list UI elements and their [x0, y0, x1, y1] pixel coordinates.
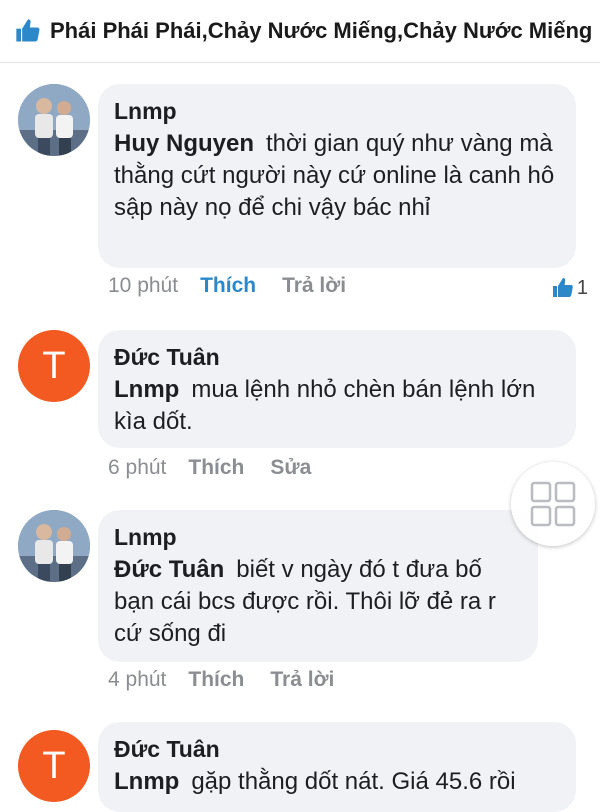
- floating-menu-button[interactable]: [511, 462, 595, 546]
- like-reaction-icon: [552, 278, 573, 297]
- reply-action[interactable]: Trả lời: [270, 668, 334, 692]
- like-action[interactable]: Thích: [188, 668, 244, 692]
- comment-author[interactable]: Đức Tuân: [114, 342, 560, 372]
- comment-author[interactable]: Lnmp: [114, 96, 560, 126]
- page-header: Phái Phái Phái,Chảy Nước Miếng,Chảy Nước…: [0, 0, 600, 63]
- comment-text: Huy Nguyen thời gian quý như vàng mà thằn…: [114, 128, 560, 224]
- mention-link[interactable]: Lnmp: [114, 376, 179, 403]
- comment-text: Lnmp gặp thằng dốt nát. Giá 45.6 rồi: [114, 766, 560, 798]
- like-icon: [16, 19, 40, 42]
- comment-author[interactable]: Lnmp: [114, 522, 522, 552]
- page-title: Phái Phái Phái,Chảy Nước Miếng,Chảy Nước…: [50, 18, 593, 43]
- reply-action[interactable]: Trả lời: [282, 274, 346, 298]
- comment-text: Lnmp mua lệnh nhỏ chèn bán lệnh lớn kìa d…: [114, 374, 560, 438]
- avatar[interactable]: [18, 84, 90, 156]
- comment-body: gặp thằng dốt nát. Giá 45.6 rồi: [191, 768, 516, 795]
- edit-action[interactable]: Sửa: [270, 456, 311, 480]
- comment-time[interactable]: 4 phút: [108, 668, 166, 692]
- comment-actions: 10 phút Thích Trả lời: [108, 274, 372, 298]
- like-action[interactable]: Thích: [188, 456, 244, 480]
- mention-link[interactable]: Huy Nguyen: [114, 130, 254, 157]
- mention-link[interactable]: Đức Tuân: [114, 556, 224, 583]
- comment-text: Đức Tuân biết v ngày đó t đưa bố bạn cái …: [114, 554, 522, 650]
- comment-time[interactable]: 10 phút: [108, 274, 178, 298]
- avatar[interactable]: T: [18, 330, 90, 402]
- avatar[interactable]: T: [18, 730, 90, 802]
- comment-time[interactable]: 6 phút: [108, 456, 166, 480]
- like-action[interactable]: Thích: [200, 274, 256, 298]
- comment-actions: 6 phút Thích Sửa: [108, 456, 337, 480]
- comment-bubble: Lnmp Huy Nguyen thời gian quý như vàng mà…: [98, 84, 576, 268]
- avatar-photo: [18, 510, 90, 582]
- grid-icon: [530, 481, 576, 527]
- reaction-number: 1: [576, 276, 588, 299]
- reaction-count[interactable]: 1: [551, 276, 588, 300]
- comment-actions: 4 phút Thích Trả lời: [108, 668, 360, 692]
- comment-bubble: Đức Tuân Lnmp gặp thằng dốt nát. Giá 45.6…: [98, 722, 576, 812]
- comment-bubble: Lnmp Đức Tuân biết v ngày đó t đưa bố bạn…: [98, 510, 538, 662]
- avatar[interactable]: [18, 510, 90, 582]
- avatar-photo: [18, 84, 90, 156]
- comment-author[interactable]: Đức Tuân: [114, 734, 560, 764]
- comment-bubble: Đức Tuân Lnmp mua lệnh nhỏ chèn bán lệnh …: [98, 330, 576, 448]
- mention-link[interactable]: Lnmp: [114, 768, 179, 795]
